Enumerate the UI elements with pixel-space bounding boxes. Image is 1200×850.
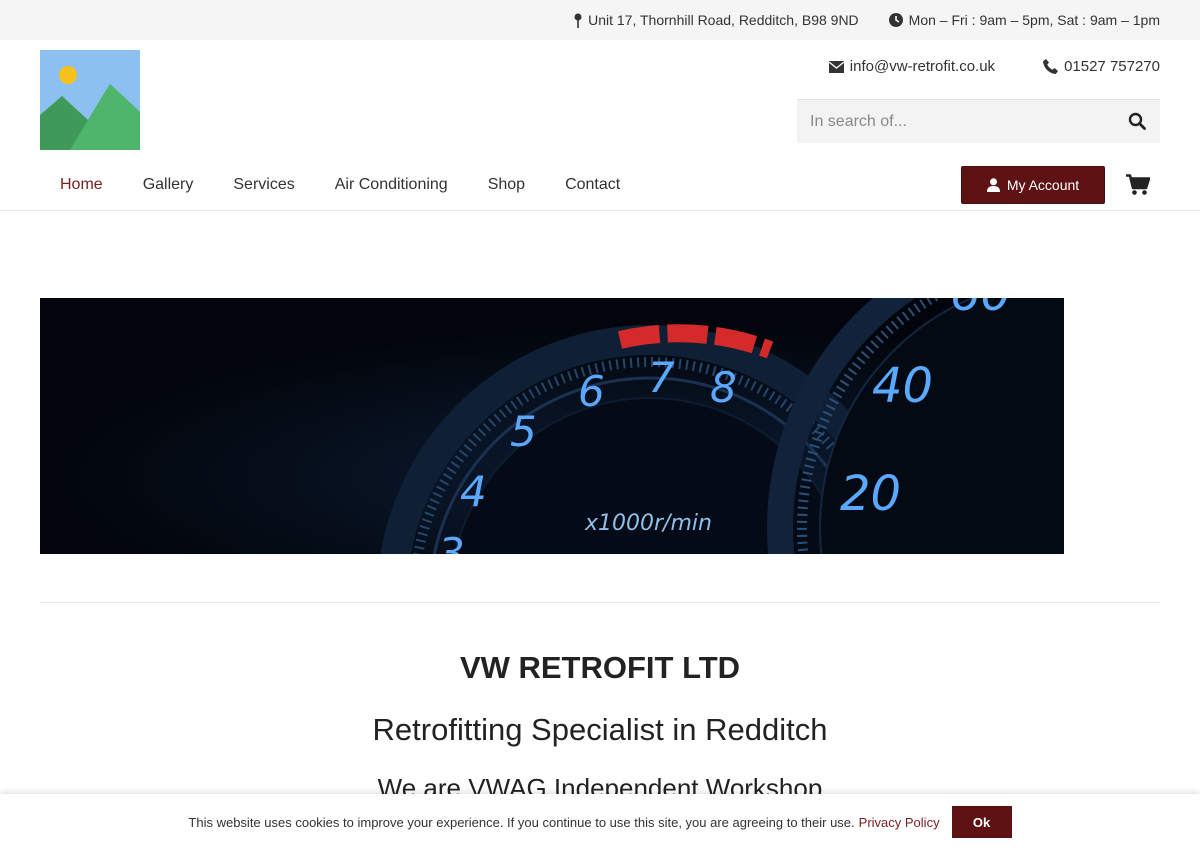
site-header: info@vw-retrofit.co.uk 01527 757270 Home… — [0, 40, 1200, 210]
dashboard-gauge-image: 3 4 5 6 7 8 x1000r/min 20 40 60 — [40, 298, 1064, 554]
site-logo[interactable] — [40, 50, 140, 150]
page-subtitle: Retrofitting Specialist in Redditch — [372, 712, 828, 747]
top-info-bar: Unit 17, Thornhill Road, Redditch, B98 9… — [0, 0, 1200, 40]
user-icon — [986, 178, 1000, 192]
privacy-policy-link[interactable]: Privacy Policy — [859, 815, 940, 830]
gauge-label-5: 5 — [510, 407, 537, 456]
gauge-label-8: 8 — [710, 363, 737, 412]
search-input[interactable] — [797, 112, 1107, 131]
search-button[interactable] — [1128, 112, 1148, 132]
phone-contact[interactable]: 01527 757270 — [1043, 58, 1160, 75]
cookie-ok-button[interactable]: Ok — [951, 806, 1012, 838]
map-pin-icon — [574, 13, 582, 28]
header-divider — [0, 210, 1200, 211]
contact-row: info@vw-retrofit.co.uk 01527 757270 — [781, 58, 1160, 75]
clock-icon — [888, 13, 903, 27]
content-divider — [40, 602, 1160, 603]
hours-text: Mon – Fri : 9am – 5pm, Sat : 9am – 1pm — [908, 12, 1160, 28]
my-account-button[interactable]: My Account — [961, 166, 1105, 204]
nav-item-contact[interactable]: Contact — [565, 165, 620, 205]
page-title: VW RETROFIT LTD — [459, 650, 741, 685]
gauge-label-6: 6 — [578, 367, 605, 416]
gauge-label-7: 7 — [648, 353, 675, 402]
nav-item-services[interactable]: Services — [233, 165, 294, 205]
logo-placeholder-image — [40, 50, 140, 150]
speed-label-60: 60 — [950, 298, 1011, 322]
email-contact[interactable]: info@vw-retrofit.co.uk — [828, 58, 995, 75]
address-info: Unit 17, Thornhill Road, Redditch, B98 9… — [574, 12, 859, 28]
main-nav: Home Gallery Services Air Conditioning S… — [40, 165, 660, 205]
shopping-cart-icon — [1126, 174, 1151, 195]
address-text: Unit 17, Thornhill Road, Redditch, B98 9… — [588, 12, 859, 28]
phone-link[interactable]: 01527 757270 — [1064, 58, 1160, 75]
cookie-message: This website uses cookies to improve you… — [188, 814, 855, 830]
nav-item-air-conditioning[interactable]: Air Conditioning — [335, 165, 448, 205]
hours-info: Mon – Fri : 9am – 5pm, Sat : 9am – 1pm — [888, 12, 1160, 28]
rpm-unit-label: x1000r/min — [584, 511, 712, 536]
speed-label-20: 20 — [840, 466, 901, 522]
search-box — [797, 99, 1160, 143]
nav-item-home[interactable]: Home — [60, 165, 103, 205]
my-account-label: My Account — [1006, 177, 1080, 193]
gauge-label-4: 4 — [460, 467, 487, 516]
nav-item-gallery[interactable]: Gallery — [143, 165, 194, 205]
envelope-icon — [828, 60, 844, 73]
nav-item-shop[interactable]: Shop — [488, 165, 525, 205]
hero-banner: 3 4 5 6 7 8 x1000r/min 20 40 60 — [40, 298, 1064, 554]
email-link[interactable]: info@vw-retrofit.co.uk — [850, 58, 995, 75]
search-icon — [1128, 112, 1146, 130]
phone-icon — [1043, 59, 1059, 74]
cookie-banner: This website uses cookies to improve you… — [0, 794, 1200, 850]
cart-button[interactable] — [1126, 174, 1151, 196]
gauge-label-3: 3 — [438, 529, 465, 554]
speed-label-40: 40 — [872, 358, 933, 414]
